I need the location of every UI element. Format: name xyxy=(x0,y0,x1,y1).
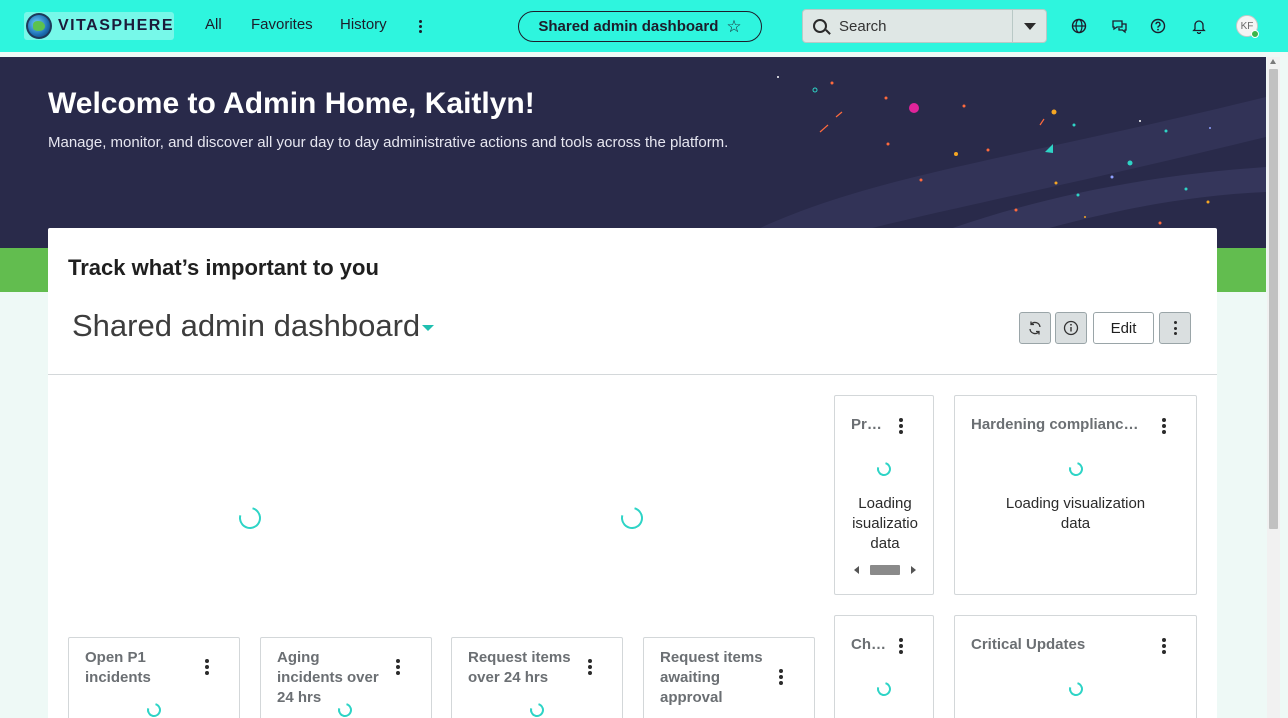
more-vertical-icon[interactable] xyxy=(898,638,904,654)
loading-spinner xyxy=(874,459,894,479)
tile-title: Aging incidents over 24 hrs xyxy=(277,649,379,706)
refresh-icon xyxy=(1029,321,1041,335)
chat-icon[interactable] xyxy=(1110,17,1128,35)
brand-name: VITASPHERE xyxy=(57,17,174,34)
edit-button[interactable]: Edit xyxy=(1093,312,1154,344)
tile-title: Open P1 incidents xyxy=(85,649,151,686)
more-vertical-icon xyxy=(1172,321,1178,335)
star-outline-icon[interactable]: ☆ xyxy=(726,18,741,35)
widget-title: Ch… xyxy=(851,636,886,653)
more-vertical-icon[interactable] xyxy=(778,669,784,685)
metric-tile[interactable]: Aging incidents over 24 hrs xyxy=(260,637,432,718)
tile-title: Request items awaiting approval xyxy=(660,649,763,706)
more-options-button[interactable] xyxy=(1159,312,1191,344)
loading-spinner xyxy=(1066,459,1086,479)
more-vertical-icon[interactable] xyxy=(587,659,593,675)
widget-card: Ch… xyxy=(834,615,934,718)
loading-spinner xyxy=(1066,679,1086,699)
info-button[interactable] xyxy=(1055,312,1087,344)
current-page-label: Shared admin dashboard xyxy=(538,18,719,35)
search-icon xyxy=(813,19,827,33)
loading-spinner xyxy=(527,700,547,718)
info-icon xyxy=(1063,320,1079,336)
horizontal-scrollbar[interactable] xyxy=(854,564,916,576)
tile-title: Request items over 24 hrs xyxy=(468,649,571,686)
page-scrollbar[interactable] xyxy=(1267,57,1280,718)
page-title: Welcome to Admin Home, Kaitlyn! xyxy=(48,87,535,120)
nav-history[interactable]: History xyxy=(340,16,387,33)
top-nav: VITASPHERE All Favorites History Shared … xyxy=(0,0,1288,52)
widget-title: Hardening compliance … xyxy=(971,416,1146,433)
nav-more-icon[interactable] xyxy=(414,16,426,36)
section-heading: Track what’s important to you xyxy=(68,255,379,280)
brand-logo[interactable]: VITASPHERE xyxy=(24,12,174,40)
dashboard-card: Track what’s important to you Shared adm… xyxy=(48,228,1217,718)
bell-icon[interactable] xyxy=(1190,17,1208,35)
globe-icon[interactable] xyxy=(1070,17,1088,35)
more-vertical-icon[interactable] xyxy=(204,659,210,675)
presence-indicator xyxy=(1251,30,1259,38)
search-input[interactable]: Search xyxy=(839,18,1012,35)
loading-spinner xyxy=(874,679,894,699)
avatar-initials: KF xyxy=(1240,20,1254,32)
search-scope-dropdown[interactable] xyxy=(1012,10,1046,42)
more-vertical-icon[interactable] xyxy=(898,418,904,434)
search-bar[interactable]: Search xyxy=(802,9,1047,43)
metric-tile[interactable]: Request items awaiting approval xyxy=(643,637,815,718)
hero-banner: Welcome to Admin Home, Kaitlyn! Manage, … xyxy=(0,57,1266,248)
scroll-up-icon[interactable] xyxy=(1270,59,1276,64)
widget-title: Pr… xyxy=(851,416,882,433)
scroll-thumb[interactable] xyxy=(1269,69,1278,529)
metric-tile[interactable]: Open P1 incidents xyxy=(68,637,240,718)
widget-title: Critical Updates xyxy=(971,636,1086,653)
nav-favorites[interactable]: Favorites xyxy=(251,16,313,33)
confetti-decoration xyxy=(720,76,1266,248)
loading-message: Loading isualizatio data xyxy=(852,495,918,552)
help-icon[interactable] xyxy=(1149,17,1167,35)
divider xyxy=(48,374,1217,375)
refresh-button[interactable] xyxy=(1019,312,1051,344)
chevron-down-icon xyxy=(1023,22,1036,30)
loading-spinner xyxy=(144,700,164,718)
loading-spinner xyxy=(616,502,648,534)
more-vertical-icon[interactable] xyxy=(1161,418,1167,434)
widget-card: Critical Updates xyxy=(954,615,1197,718)
nav-all[interactable]: All xyxy=(205,16,222,33)
avatar[interactable]: KF xyxy=(1236,15,1259,38)
metric-tile[interactable]: Request items over 24 hrs xyxy=(451,637,623,718)
globe-logo-icon xyxy=(26,13,52,39)
more-vertical-icon[interactable] xyxy=(1161,638,1167,654)
more-vertical-icon[interactable] xyxy=(395,659,401,675)
dashboard-selector[interactable]: Shared admin dashboard xyxy=(72,308,420,344)
current-page-pill[interactable]: Shared admin dashboard ☆ xyxy=(518,11,762,42)
chevron-down-icon[interactable] xyxy=(422,325,434,331)
loading-message: Loading visualization data xyxy=(1005,495,1146,532)
widget-card: Pr… Loading isualizatio data xyxy=(834,395,934,595)
page-subtitle: Manage, monitor, and discover all your d… xyxy=(48,134,729,151)
loading-spinner xyxy=(234,502,266,534)
widget-card: Hardening compliance … Loading visualiza… xyxy=(954,395,1197,595)
